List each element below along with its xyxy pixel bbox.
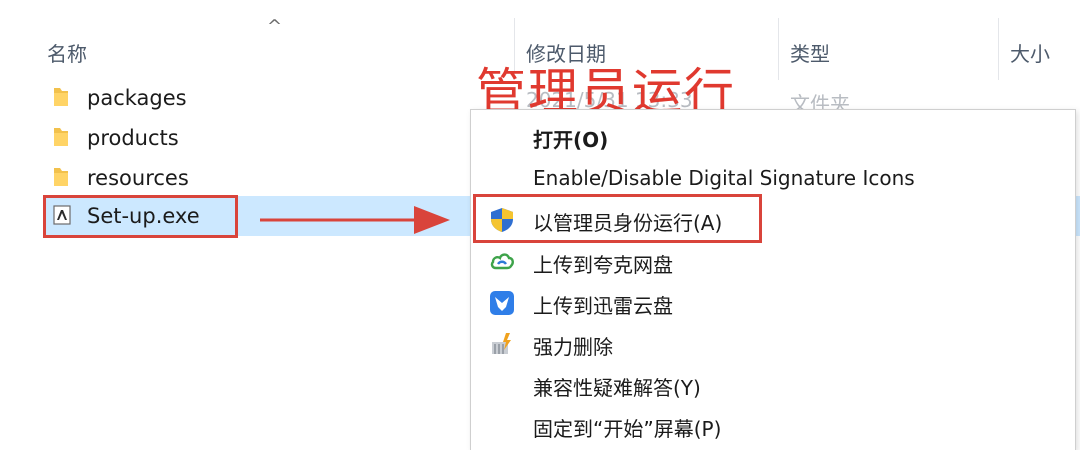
list-item-products[interactable]: products bbox=[44, 120, 444, 158]
shredder-icon bbox=[492, 333, 511, 354]
list-item-packages[interactable]: packages bbox=[44, 80, 444, 118]
menu-item-force-delete[interactable]: 强力删除 bbox=[471, 323, 1075, 363]
file-name: products bbox=[87, 126, 179, 150]
menu-item-label: Enable/Disable Digital Signature Icons bbox=[533, 166, 915, 190]
file-name: packages bbox=[87, 86, 187, 110]
menu-item-pin-to-start[interactable]: 固定到“开始”屏幕(P) bbox=[471, 405, 1075, 445]
folder-icon bbox=[54, 168, 68, 186]
menu-item-label: 固定到“开始”屏幕(P) bbox=[533, 417, 722, 441]
file-explorer-window: ^ 名称 修改日期 类型 大小 2021/5/31 13:33 文件夹 pack… bbox=[0, 0, 1080, 450]
file-name: resources bbox=[87, 166, 189, 190]
menu-item-label: 上传到夸克网盘 bbox=[533, 253, 673, 277]
menu-item-upload-quark[interactable]: 上传到夸克网盘 bbox=[471, 241, 1075, 281]
menu-item-compat-troubleshoot[interactable]: 兼容性疑难解答(Y) bbox=[471, 364, 1075, 404]
thunder-cloud-icon bbox=[490, 291, 514, 315]
quark-cloud-icon bbox=[490, 253, 514, 270]
column-name-header[interactable]: 名称 bbox=[47, 38, 87, 67]
annotation-box-file bbox=[43, 195, 238, 238]
column-size-header[interactable]: 大小 bbox=[1010, 38, 1050, 67]
column-divider[interactable] bbox=[778, 18, 779, 80]
list-item-resources[interactable]: resources bbox=[44, 160, 444, 198]
menu-item-digital-signature[interactable]: Enable/Disable Digital Signature Icons bbox=[471, 158, 1075, 198]
menu-item-open[interactable]: 打开(O) bbox=[471, 116, 1075, 156]
folder-icon bbox=[54, 128, 68, 146]
menu-item-label: 打开(O) bbox=[533, 128, 609, 152]
menu-item-upload-thunder[interactable]: 上传到迅雷云盘 bbox=[471, 282, 1075, 322]
menu-item-label: 强力删除 bbox=[533, 335, 613, 359]
menu-item-label: 兼容性疑难解答(Y) bbox=[533, 376, 701, 400]
sort-ascending-icon[interactable]: ^ bbox=[267, 16, 282, 37]
column-divider[interactable] bbox=[998, 18, 999, 80]
annotation-box-menu-item bbox=[473, 194, 762, 243]
context-menu: 打开(O) Enable/Disable Digital Signature I… bbox=[470, 109, 1076, 450]
annotation-arrow-icon bbox=[260, 206, 450, 234]
menu-item-label: 上传到迅雷云盘 bbox=[533, 294, 673, 318]
folder-icon bbox=[54, 88, 68, 106]
column-type-header[interactable]: 类型 bbox=[790, 38, 830, 67]
